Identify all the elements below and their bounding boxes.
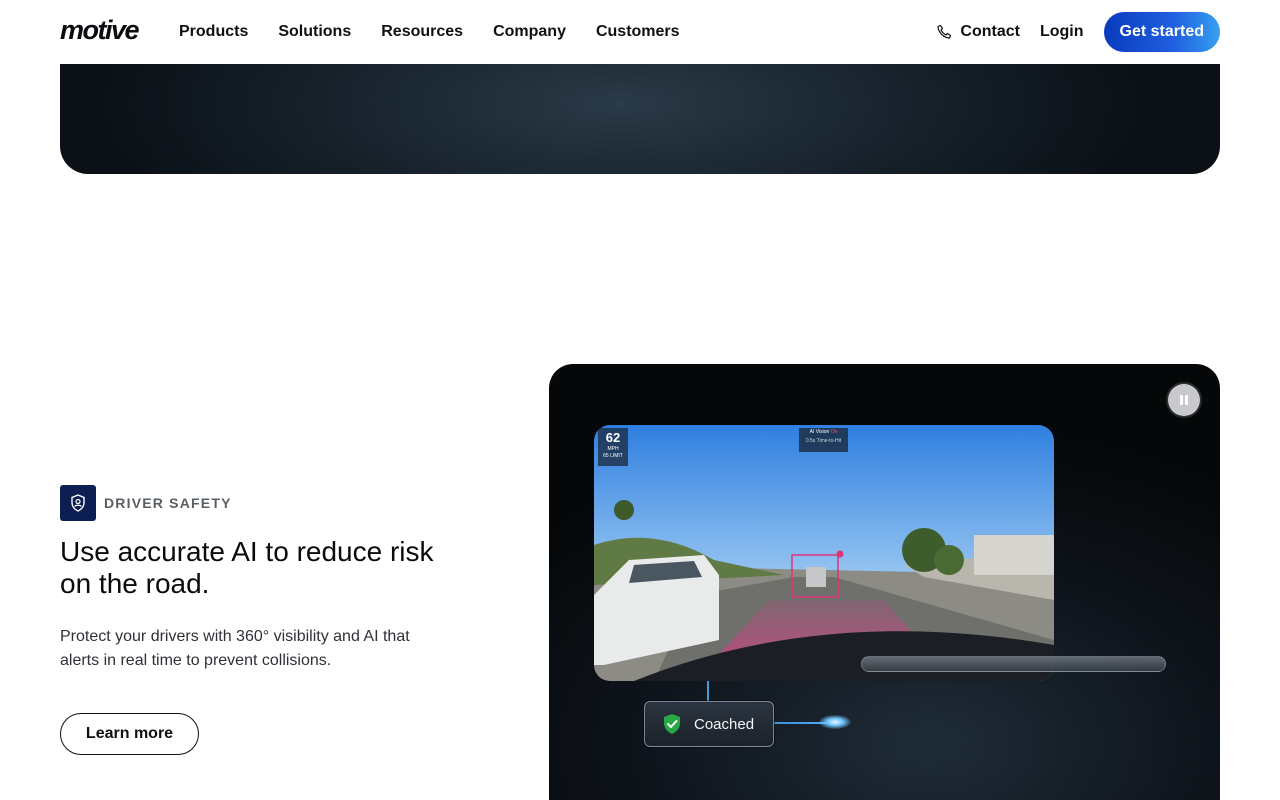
pause-button[interactable] — [1168, 384, 1200, 416]
ai-vision-label: AI Vision — [809, 429, 830, 435]
top-nav: motive Products Solutions Resources Comp… — [0, 0, 1280, 64]
connector-line — [707, 681, 709, 703]
ai-vision-title: AI Vision On — [799, 428, 848, 437]
speed-value: 62 — [605, 430, 621, 445]
coached-label: Coached — [694, 715, 755, 733]
contact-link[interactable]: Contact — [936, 23, 1020, 41]
nav-actions: Contact Login Get started — [936, 0, 1220, 64]
contact-label: Contact — [960, 23, 1020, 40]
feature-description: Protect your drivers with 360° visibilit… — [60, 628, 410, 669]
dashcam-frame: 62 MPH 65 LIMIT AI Vision On 0.5s Time-t… — [594, 425, 1054, 681]
shield-person-icon — [60, 485, 96, 521]
feature-video[interactable]: 62 MPH 65 LIMIT AI Vision On 0.5s Time-t… — [549, 364, 1220, 800]
login-link[interactable]: Login — [1040, 23, 1084, 41]
glow-dot — [819, 715, 851, 729]
learn-more-button[interactable]: Learn more — [60, 713, 199, 755]
ai-vision-badge: AI Vision On 0.5s Time-to-Hit — [799, 428, 848, 452]
check-shield-icon — [664, 714, 680, 734]
speed-readout: 62 MPH 65 LIMIT — [598, 428, 628, 466]
hero-media-bottom — [60, 64, 1220, 174]
motive-logo[interactable]: motive — [60, 15, 140, 46]
ai-vision-subtitle: 0.5s Time-to-Hit — [805, 438, 842, 444]
feature-eyebrow: DRIVER SAFETY — [60, 485, 232, 521]
coached-badge: Coached — [644, 701, 774, 747]
pause-icon — [1180, 395, 1188, 405]
speed-limit: 65 LIMIT — [603, 453, 623, 459]
ai-vision-state: On — [830, 429, 838, 435]
nav-link-customers[interactable]: Customers — [596, 23, 680, 41]
nav-link-company[interactable]: Company — [493, 23, 566, 41]
get-started-button[interactable]: Get started — [1103, 12, 1220, 52]
feature-headline: Use accurate AI to reduce risk on the ro… — [60, 536, 434, 599]
phone-icon — [937, 24, 952, 39]
video-progress-bar[interactable] — [861, 656, 1166, 672]
nav-links: Products Solutions Resources Company Cus… — [179, 0, 680, 64]
nav-link-solutions[interactable]: Solutions — [278, 23, 351, 41]
nav-link-resources[interactable]: Resources — [381, 23, 463, 41]
dashcam-scene — [594, 425, 1054, 681]
eyebrow-label: DRIVER SAFETY — [104, 495, 232, 511]
nav-link-products[interactable]: Products — [179, 23, 248, 41]
